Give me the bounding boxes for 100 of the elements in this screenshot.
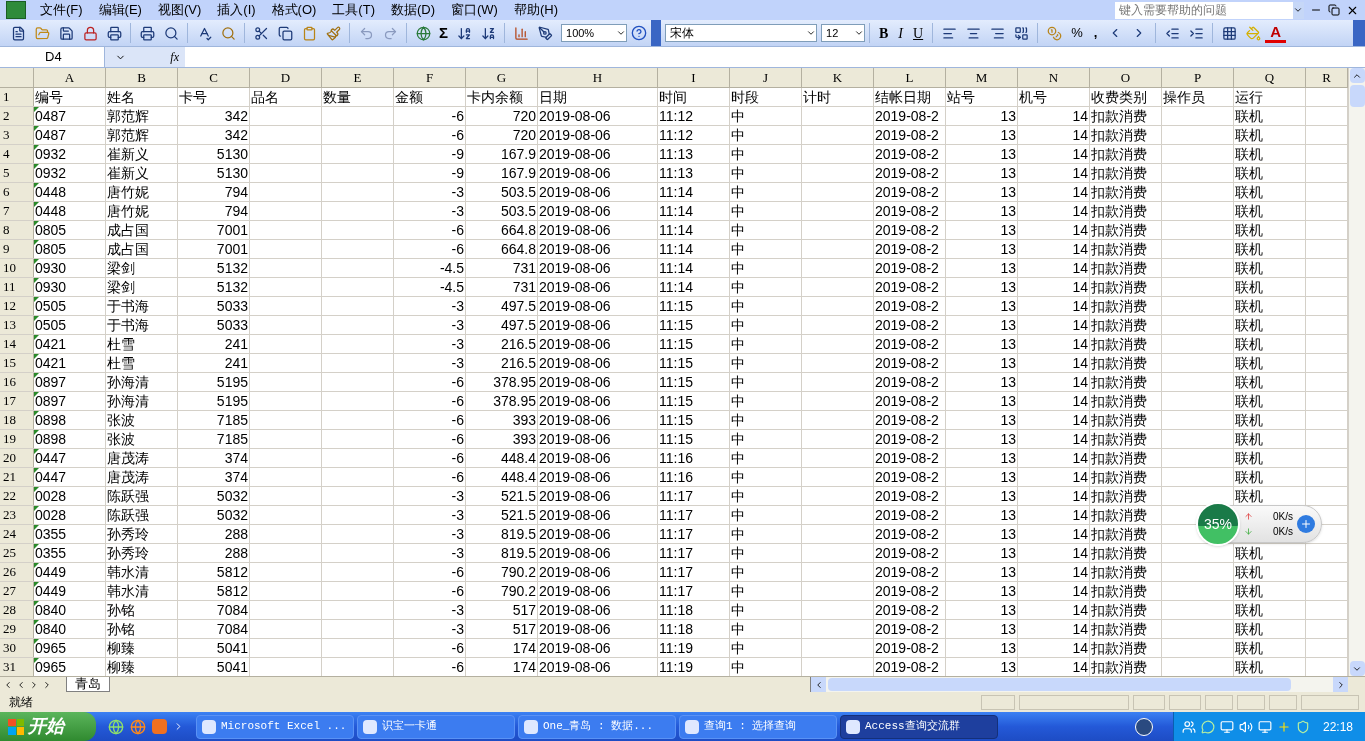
dropdown-icon[interactable]: [806, 28, 816, 38]
row-header[interactable]: 21: [0, 468, 34, 486]
autosum-button[interactable]: Σ: [435, 21, 452, 45]
row-header[interactable]: 2: [0, 107, 34, 125]
column-header[interactable]: E: [322, 68, 394, 87]
row-header[interactable]: 15: [0, 354, 34, 372]
volume-icon[interactable]: [1238, 719, 1253, 734]
column-header[interactable]: D: [250, 68, 322, 87]
network-speed-widget[interactable]: 35% 0K/s 0K/s: [1198, 505, 1322, 543]
add-icon[interactable]: [1297, 515, 1315, 533]
italic-button[interactable]: I: [893, 22, 909, 44]
row-header[interactable]: 18: [0, 411, 34, 429]
column-header[interactable]: F: [394, 68, 466, 87]
row-header[interactable]: 17: [0, 392, 34, 410]
last-sheet-icon[interactable]: [42, 679, 52, 690]
taskbar-button[interactable]: One_青岛 : 数据...: [518, 714, 676, 739]
menu-item[interactable]: 窗口(W): [443, 0, 506, 20]
column-header[interactable]: M: [946, 68, 1018, 87]
row-header[interactable]: 9: [0, 240, 34, 258]
menu-item[interactable]: 数据(D): [382, 0, 443, 20]
input-method-icon[interactable]: [1134, 717, 1153, 736]
scroll-thumb[interactable]: [1349, 85, 1365, 107]
menu-item[interactable]: 视图(V): [149, 0, 210, 20]
column-header[interactable]: I: [658, 68, 730, 87]
row-header[interactable]: 24: [0, 525, 34, 543]
row-header[interactable]: 12: [0, 297, 34, 315]
column-header[interactable]: A: [34, 68, 106, 87]
taskbar-button[interactable]: Access查询交流群: [840, 714, 998, 739]
network-icon[interactable]: [1219, 719, 1234, 734]
dropdown-icon[interactable]: [616, 28, 626, 38]
row-header[interactable]: 14: [0, 335, 34, 353]
previous-sheet-icon[interactable]: [16, 679, 26, 690]
horizontal-scrollbar[interactable]: [810, 677, 1348, 692]
taskbar-button[interactable]: 识宝一卡通: [357, 714, 515, 739]
row-header[interactable]: 6: [0, 183, 34, 201]
dropdown-icon[interactable]: [854, 28, 864, 38]
table-cell-text: 运行: [1234, 88, 1264, 106]
column-header[interactable]: K: [802, 68, 874, 87]
menu-item[interactable]: 帮助(H): [505, 0, 566, 20]
shield-icon[interactable]: [1295, 719, 1310, 734]
function-label[interactable]: fx: [170, 48, 179, 66]
column-header[interactable]: J: [730, 68, 802, 87]
column-header[interactable]: L: [874, 68, 946, 87]
menu-item[interactable]: 文件(F): [32, 0, 91, 20]
row-header[interactable]: 22: [0, 487, 34, 505]
row-header[interactable]: 25: [0, 544, 34, 562]
menu-item[interactable]: 格式(O): [263, 0, 325, 20]
browser-icon[interactable]: [108, 718, 124, 735]
font-select[interactable]: 宋体: [665, 24, 817, 42]
sheet-tab[interactable]: 青岛: [66, 677, 110, 692]
scroll-thumb[interactable]: [828, 678, 1291, 691]
row-header[interactable]: 8: [0, 221, 34, 239]
underline-button[interactable]: U: [908, 22, 929, 44]
column-header[interactable]: P: [1162, 68, 1234, 87]
row-header[interactable]: 10: [0, 259, 34, 277]
font-color-button[interactable]: A: [1265, 23, 1287, 43]
row-header[interactable]: 13: [0, 316, 34, 334]
row-header[interactable]: 30: [0, 639, 34, 657]
column-header[interactable]: O: [1090, 68, 1162, 87]
font-size-select[interactable]: 12: [821, 24, 865, 42]
row-header[interactable]: 26: [0, 563, 34, 581]
row-header[interactable]: 27: [0, 582, 34, 600]
comma-button[interactable]: ,: [1087, 23, 1104, 43]
taskbar-button[interactable]: 查询1 : 选择查询: [679, 714, 837, 739]
help-search-field[interactable]: 键入需要帮助的问题: [1115, 1, 1293, 19]
column-header[interactable]: H: [538, 68, 658, 87]
menu-item[interactable]: 工具(T): [324, 0, 383, 20]
row-header[interactable]: 23: [0, 506, 34, 524]
restore-icon[interactable]: [1328, 4, 1340, 16]
zoom-select[interactable]: 100%: [561, 24, 627, 42]
menu-item[interactable]: 插入(I): [209, 0, 264, 20]
menu-item[interactable]: 编辑(E): [90, 0, 150, 20]
table-cell-text: 11:17: [658, 487, 694, 505]
next-sheet-icon[interactable]: [29, 679, 39, 690]
vertical-scrollbar[interactable]: [1348, 68, 1365, 676]
table-cell-text: 孙铭: [106, 620, 136, 638]
row-header[interactable]: 29: [0, 620, 34, 638]
column-header[interactable]: N: [1018, 68, 1090, 87]
column-header[interactable]: C: [178, 68, 250, 87]
column-header[interactable]: B: [106, 68, 178, 87]
row-header[interactable]: 11: [0, 278, 34, 296]
row-header[interactable]: 20: [0, 449, 34, 467]
row-header[interactable]: 28: [0, 601, 34, 619]
first-sheet-icon[interactable]: [3, 679, 13, 690]
row-header[interactable]: 5: [0, 164, 34, 182]
percent-button[interactable]: %: [1066, 23, 1088, 43]
row-header[interactable]: 16: [0, 373, 34, 391]
table-cell-text: 2019-08-06: [538, 563, 612, 581]
row-header[interactable]: 7: [0, 202, 34, 220]
column-header[interactable]: G: [466, 68, 538, 87]
row-header[interactable]: 31: [0, 658, 34, 676]
table-cell-text: 扣款消费: [1090, 297, 1148, 315]
taskbar-button[interactable]: Microsoft Excel ...: [196, 714, 354, 739]
chat-icon[interactable]: [1200, 719, 1215, 734]
bold-button[interactable]: B: [874, 22, 894, 44]
row-header[interactable]: 1: [0, 88, 34, 106]
row-header[interactable]: 19: [0, 430, 34, 448]
row-header[interactable]: 4: [0, 145, 34, 163]
column-header[interactable]: Q: [1234, 68, 1306, 87]
row-header[interactable]: 3: [0, 126, 34, 144]
